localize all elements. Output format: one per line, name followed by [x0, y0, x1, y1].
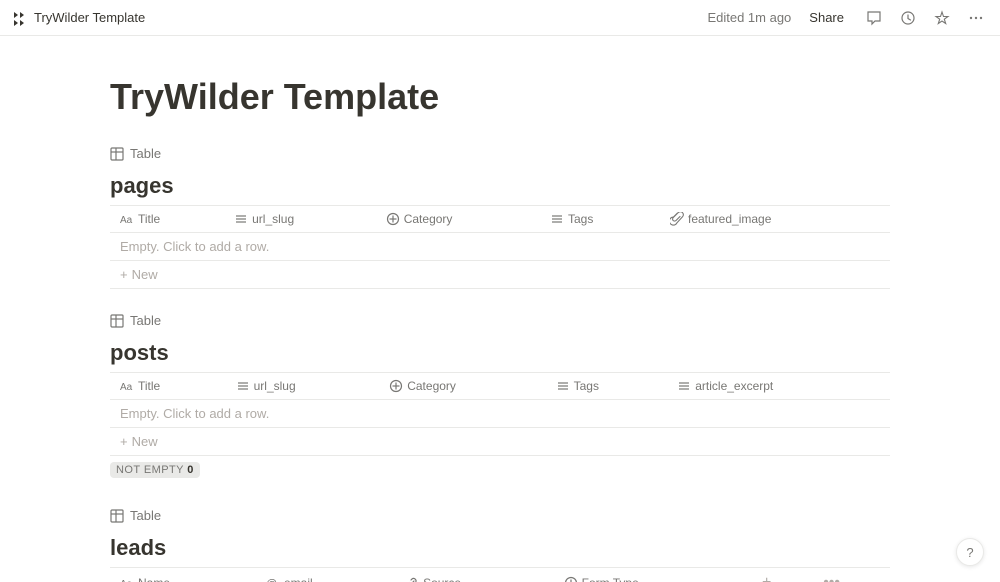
svg-text:Aa: Aa	[120, 382, 133, 393]
db-name-pages: pages	[110, 173, 174, 198]
svg-text:Aa: Aa	[120, 215, 133, 226]
table-section-leads: Table leads AaName @ email Source Form Type + ••…	[50, 504, 950, 582]
add-col-icon[interactable]: +	[762, 574, 771, 582]
col-header-posts-2[interactable]: Category	[379, 373, 545, 400]
col-name: Tags	[568, 212, 593, 226]
favorite-button[interactable]	[930, 8, 954, 28]
comment-button[interactable]	[862, 8, 886, 28]
table-section-posts: Table posts Aa Title url_slug Category Tags art…	[50, 309, 950, 484]
col-header-pages-4[interactable]: featured_image	[660, 206, 890, 233]
tables-container: Table pages Aa Title url_slug Category Tags fea…	[50, 142, 950, 582]
col-header-leads-1[interactable]: @ email	[256, 568, 395, 582]
col-header-leads-0[interactable]: AaName	[110, 568, 256, 582]
share-button[interactable]: Share	[801, 8, 852, 27]
svg-text:@: @	[266, 578, 277, 582]
comment-icon	[866, 10, 882, 26]
table-label-text: Table	[130, 313, 161, 328]
page-title: TryWilder Template	[50, 76, 950, 118]
plus-icon: +	[120, 267, 128, 282]
filter-count: 0	[187, 464, 194, 476]
col-name: Title	[138, 212, 160, 226]
empty-row[interactable]: Empty. Click to add a row.	[110, 400, 890, 428]
table-label-leads: Table	[50, 504, 950, 527]
col-name: featured_image	[688, 212, 771, 226]
db-table-posts: Aa Title url_slug Category Tags article_excer…	[110, 372, 890, 456]
col-name: article_excerpt	[695, 379, 773, 393]
empty-row-text: Empty. Click to add a row.	[110, 400, 890, 428]
more-icon	[968, 10, 984, 26]
filter-row: NOT EMPTY 0	[50, 456, 950, 484]
add-new-row[interactable]: + New	[110, 261, 890, 289]
col-header-pages-3[interactable]: Tags	[540, 206, 660, 233]
col-name: url_slug	[252, 212, 294, 226]
col-name: Category	[404, 212, 453, 226]
db-name-leads: leads	[110, 535, 166, 560]
col-header-leads-3[interactable]: Form Type	[554, 568, 752, 582]
add-new-row[interactable]: + New	[110, 428, 890, 456]
col-header-pages-1[interactable]: url_slug	[224, 206, 376, 233]
col-header-posts-0[interactable]: Aa Title	[110, 373, 226, 400]
db-table-pages: Aa Title url_slug Category Tags featured_imag…	[110, 205, 890, 289]
history-button[interactable]	[896, 8, 920, 28]
table-label-pages: Table	[50, 142, 950, 165]
topbar: TryWilder Template Edited 1m ago Share	[0, 0, 1000, 36]
db-name-posts: posts	[110, 340, 169, 365]
col-header-leads-2[interactable]: Source	[395, 568, 554, 582]
db-table-leads: AaName@emailSourceForm Type+•••Empty. Cl…	[110, 567, 890, 582]
table-label-posts: Table	[50, 309, 950, 332]
col-header-posts-3[interactable]: Tags	[546, 373, 668, 400]
history-icon	[900, 10, 916, 26]
col-name: Tags	[574, 379, 599, 393]
col-more-button[interactable]: •••	[813, 568, 890, 582]
table-label-text: Table	[130, 508, 161, 523]
add-column-button[interactable]: +	[752, 568, 813, 582]
col-name: url_slug	[254, 379, 296, 393]
star-icon	[934, 10, 950, 26]
col-name: Form Type	[582, 576, 639, 582]
col-name: Name	[138, 576, 170, 582]
table-label-text: Table	[130, 146, 161, 161]
col-header-pages-2[interactable]: Category	[376, 206, 540, 233]
help-button[interactable]: ?	[956, 538, 984, 566]
col-header-pages-0[interactable]: Aa Title	[110, 206, 224, 233]
empty-row[interactable]: Empty. Click to add a row.	[110, 233, 890, 261]
topbar-right: Edited 1m ago Share	[707, 8, 988, 28]
not-empty-badge: NOT EMPTY 0	[110, 462, 200, 478]
col-more-icon[interactable]: •••	[823, 574, 840, 582]
col-name: email	[284, 576, 313, 582]
add-new-label: New	[132, 267, 158, 282]
col-name: Source	[423, 576, 461, 582]
edited-text: Edited 1m ago	[707, 10, 791, 25]
app-title: TryWilder Template	[34, 10, 145, 25]
add-new-label: New	[132, 434, 158, 449]
plus-icon: +	[120, 434, 128, 449]
more-options-button[interactable]	[964, 8, 988, 28]
col-header-posts-1[interactable]: url_slug	[226, 373, 380, 400]
empty-row-text: Empty. Click to add a row.	[110, 233, 890, 261]
col-name: Title	[138, 379, 160, 393]
topbar-left: TryWilder Template	[12, 10, 145, 26]
table-section-pages: Table pages Aa Title url_slug Category Tags fea…	[50, 142, 950, 289]
col-name: Category	[407, 379, 456, 393]
col-header-posts-4[interactable]: article_excerpt	[667, 373, 890, 400]
page-content: TryWilder Template Table pages Aa Title url_…	[50, 36, 950, 582]
app-logo-icon	[12, 10, 28, 26]
